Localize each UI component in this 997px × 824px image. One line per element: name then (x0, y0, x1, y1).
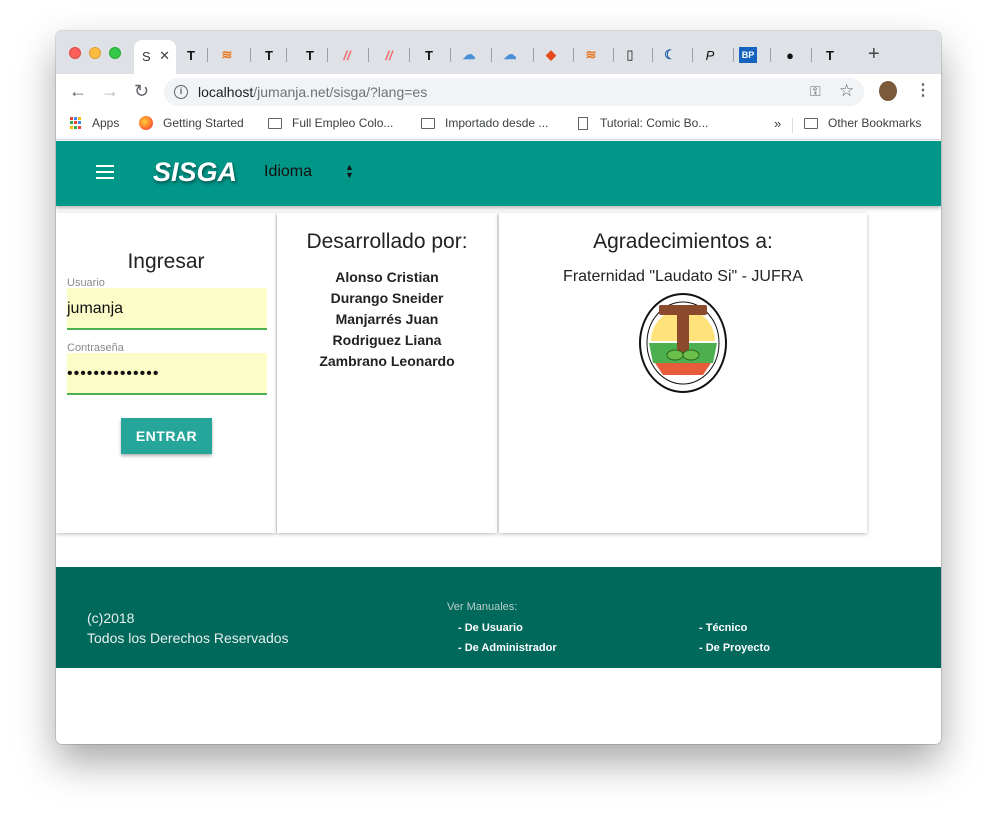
developers-title: Desarrollado por: (306, 230, 468, 253)
back-icon[interactable]: ← (69, 81, 87, 102)
git-icon[interactable]: ◆ (540, 45, 562, 65)
tab-active-title: S (142, 49, 151, 64)
new-tab-button[interactable]: + (868, 43, 880, 66)
bookmarks-overflow-button[interactable]: » (774, 116, 781, 131)
login-card: Ingresar Usuario jumanja Contraseña ••••… (56, 213, 276, 533)
thanks-card: Agradecimientos a: Fraternidad "Laudato … (499, 213, 867, 533)
password-input[interactable]: •••••••••••••• (67, 353, 267, 395)
key-icon[interactable]: ⚿ (810, 83, 821, 100)
username-input[interactable]: jumanja (67, 288, 267, 330)
doc-icon (578, 116, 588, 130)
tab-strip: S ✕ T ≋ T T // // T ☁ ☁ ◆ ≋ ▯ ☾ P BP ● T (56, 31, 941, 74)
thanks-title: Agradecimientos a: (593, 230, 773, 253)
info-icon[interactable]: i (174, 85, 188, 99)
hamburger-menu-icon[interactable] (96, 165, 114, 179)
manual-admin-link[interactable]: - De Administrador (458, 642, 557, 654)
stackoverflow-icon[interactable]: ≋ (580, 45, 602, 65)
doc-icon[interactable]: ▯ (619, 45, 641, 65)
folder-icon (804, 117, 818, 129)
T-icon[interactable]: T (258, 45, 280, 65)
bookmark-tutorial[interactable]: Tutorial: Comic Bo... (578, 116, 708, 130)
browser-window: S ✕ T ≋ T T // // T ☁ ☁ ◆ ≋ ▯ ☾ P BP ● T (56, 31, 941, 744)
thanks-subtitle: Fraternidad "Laudato Si" - JUFRA (563, 268, 803, 285)
manual-user-link[interactable]: - De Usuario (458, 622, 523, 634)
url-text[interactable]: localhost/jumanja.net/sisga/?lang=es (198, 84, 427, 100)
tab-active[interactable]: S ✕ (134, 40, 176, 74)
bookmark-getting-started[interactable]: Getting Started (139, 116, 244, 130)
T-icon[interactable]: T (299, 45, 321, 65)
window-close-button[interactable] (69, 47, 81, 59)
tab-close-icon[interactable]: ✕ (159, 48, 170, 64)
select-arrows-icon: ▲ ▼ (345, 162, 354, 180)
kotlin-icon[interactable]: // (336, 45, 358, 65)
developer-name: Rodriguez Liana (332, 332, 442, 348)
login-button[interactable]: ENTRAR (121, 418, 212, 454)
firefox-icon (139, 116, 153, 130)
brand-logo[interactable]: SISGA (153, 157, 237, 188)
forward-icon[interactable]: → (101, 81, 119, 102)
window-maximize-button[interactable] (109, 47, 121, 59)
developer-name: Alonso Cristian (335, 269, 439, 285)
bookmark-importado[interactable]: Importado desde ... (421, 116, 548, 130)
folder-icon (421, 117, 435, 129)
T-icon[interactable]: T (819, 45, 841, 65)
browser-toolbar: ← → ↻ i localhost/jumanja.net/sisga/?lan… (56, 74, 941, 110)
bookmark-full-empleo[interactable]: Full Empleo Colo... (268, 116, 393, 130)
p-icon[interactable]: P (699, 45, 721, 65)
bookmarks-bar: Apps Getting Started Full Empleo Colo...… (56, 110, 941, 140)
manual-project-link[interactable]: - De Proyecto (699, 642, 770, 654)
kotlin-icon[interactable]: // (378, 45, 400, 65)
bookmark-other[interactable]: Other Bookmarks (804, 116, 921, 130)
T-icon[interactable]: T (180, 45, 202, 65)
language-select-label: Idioma (264, 163, 313, 180)
folder-icon (268, 117, 282, 129)
moon-icon[interactable]: ☾ (659, 45, 681, 65)
manual-technical-link[interactable]: - Técnico (699, 622, 747, 634)
footer-copyright: (c)2018 Todos los Derechos Reservados (87, 608, 289, 648)
profile-avatar[interactable] (879, 81, 897, 101)
login-title: Ingresar (127, 250, 205, 273)
cloud-icon[interactable]: ☁ (499, 45, 521, 65)
menu-icon[interactable]: ⋮ (915, 80, 931, 100)
rights-text: Todos los Derechos Reservados (87, 630, 289, 646)
star-icon[interactable]: ☆ (839, 81, 854, 101)
copyright-year: (c)2018 (87, 610, 135, 626)
stackoverflow-icon[interactable]: ≋ (216, 45, 238, 65)
window-minimize-button[interactable] (89, 47, 101, 59)
developer-name: Durango Sneider (330, 290, 444, 306)
cloud-icon[interactable]: ☁ (458, 45, 480, 65)
app-header: SISGA Idioma ▲ ▼ (56, 141, 941, 206)
developer-name: Zambrano Leonardo (319, 353, 455, 369)
reload-icon[interactable]: ↻ (134, 81, 149, 102)
github-icon[interactable]: ● (779, 45, 801, 65)
language-select[interactable]: Idioma ▲ ▼ (264, 163, 354, 185)
apps-grid-icon (70, 117, 82, 129)
bp-icon[interactable]: BP (739, 47, 757, 63)
laudato-si-logo (639, 293, 727, 393)
manuals-heading: Ver Manuales: (447, 601, 518, 613)
bookmark-apps[interactable]: Apps (70, 116, 119, 130)
developer-name: Manjarrés Juan (335, 311, 439, 327)
T-icon[interactable]: T (418, 45, 440, 65)
developers-card: Desarrollado por: Alonso Cristian Durang… (277, 213, 497, 533)
page-footer: (c)2018 Todos los Derechos Reservados Ve… (56, 567, 941, 668)
address-bar[interactable]: i localhost/jumanja.net/sisga/?lang=es ⚿… (164, 78, 864, 106)
developers-list: Alonso Cristian Durango Sneider Manjarré… (277, 269, 497, 374)
